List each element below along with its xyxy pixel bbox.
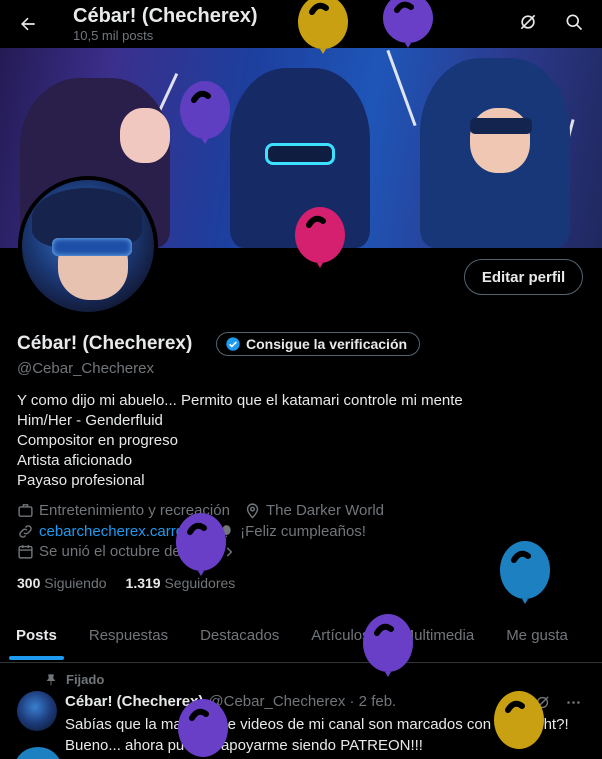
profile-location-text: The Darker World: [265, 502, 385, 519]
tab-highlights[interactable]: Destacados: [184, 614, 295, 662]
pinned-label: Fijado: [66, 672, 105, 687]
tab-replies[interactable]: Respuestas: [73, 614, 184, 662]
calendar-icon: [18, 545, 33, 559]
no-grok-icon[interactable]: [518, 12, 538, 32]
balloon-purple-mid: [174, 512, 228, 584]
back-arrow-icon[interactable]: [18, 14, 38, 34]
banner-sunglasses: [470, 118, 532, 134]
avatar-glasses: [52, 238, 132, 256]
balloon-purple-bottom: [176, 698, 230, 759]
tab-likes[interactable]: Me gusta: [490, 614, 584, 662]
get-verified-label: Consigue la verificación: [246, 336, 408, 352]
banner-character-face: [120, 108, 170, 163]
tweet-avatar[interactable]: [17, 691, 57, 731]
following-label: Siguiendo: [44, 575, 107, 591]
bio-line: Y como dijo mi abuelo... Permito que el …: [17, 392, 463, 409]
tab-posts[interactable]: Posts: [0, 614, 73, 662]
location-pin-icon: [246, 503, 259, 519]
header-title: Cébar! (Checherex): [73, 5, 258, 27]
get-verified-button[interactable]: Consigue la verificación: [216, 332, 421, 356]
balloon-yellow-bottom: [492, 690, 546, 759]
pinned-indicator: Fijado: [44, 672, 104, 687]
bio-line: Compositor en progreso: [17, 432, 178, 449]
verified-badge-icon: [226, 337, 240, 351]
pin-icon: [46, 673, 56, 685]
bio-line: Him/Her - Genderfluid: [17, 412, 163, 429]
profile-name: Cébar! (Checherex): [17, 333, 193, 354]
header-title-box: Cébar! (Checherex) 10,5 mil posts: [73, 4, 258, 44]
header-actions: [518, 12, 584, 32]
following-count: 300: [17, 575, 41, 591]
profile-birthday-text: ¡Feliz cumpleaños!: [240, 523, 366, 540]
header-post-count: 10,5 mil posts: [73, 28, 154, 43]
following-link[interactable]: 300 Siguiendo: [17, 575, 107, 591]
balloon-purple-tabs: [361, 613, 415, 685]
banner-goggles: [265, 143, 335, 165]
search-icon[interactable]: [564, 12, 584, 32]
briefcase-icon: [18, 504, 33, 517]
balloon-blue-bottom: [14, 745, 62, 759]
tweet-meta[interactable]: @Cebar_Checherex · 2 feb.: [208, 693, 396, 710]
banner-streak: [386, 49, 417, 127]
balloon-magenta: [293, 206, 347, 276]
followers-count: 1.319: [125, 575, 161, 591]
bio-line: Payaso profesional: [17, 472, 145, 489]
profile-location: The Darker World: [244, 502, 384, 519]
tweet-header: Cébar! (Checherex) @Cebar_Checherex · 2 …: [65, 693, 396, 710]
balloon-purple-top: [381, 0, 435, 54]
balloon-yellow-top: [296, 0, 350, 62]
balloon-blue-right: [498, 540, 552, 612]
profile-bio: Y como dijo mi abuelo... Permito que el …: [17, 391, 463, 491]
more-options-icon[interactable]: [565, 694, 582, 711]
balloon-purple-banner: [178, 80, 232, 152]
profile-tabs: Posts Respuestas Destacados Artículos Mu…: [0, 614, 602, 663]
link-icon: [19, 525, 32, 538]
profile-birthday: ¡Feliz cumpleaños!: [218, 523, 366, 540]
profile-avatar[interactable]: [18, 176, 158, 316]
edit-profile-button[interactable]: Editar perfil: [464, 259, 583, 295]
profile-handle: @Cebar_Checherex: [17, 360, 154, 377]
bio-line: Artista aficionado: [17, 452, 133, 469]
